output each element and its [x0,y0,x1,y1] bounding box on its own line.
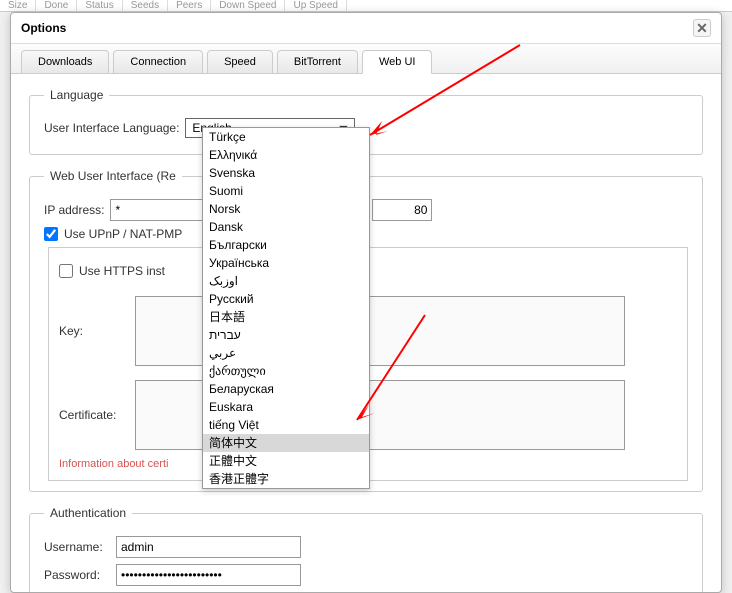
bg-col: Done [36,0,77,11]
language-option[interactable]: 香港正體字 [203,470,369,488]
port-input[interactable] [372,199,432,221]
close-icon[interactable]: ✕ [693,19,711,37]
upnp-label: Use UPnP / NAT-PMP [64,227,182,241]
language-option[interactable]: tiếng Việt [203,416,369,434]
bg-col: Seeds [123,0,168,11]
language-option[interactable]: Русский [203,290,369,308]
tab-bittorrent[interactable]: BitTorrent [277,50,358,73]
language-option[interactable]: Euskara [203,398,369,416]
language-dropdown-list[interactable]: TürkçeΕλληνικάSvenskaSuomiNorskDanskБълг… [202,127,370,489]
language-option[interactable]: Türkçe [203,128,369,146]
language-option[interactable]: Ελληνικά [203,146,369,164]
ui-language-label: User Interface Language: [44,121,179,135]
language-option[interactable]: Українська [203,254,369,272]
bg-col: Status [77,0,122,11]
language-option[interactable]: 한글 [203,488,369,489]
certificate-label: Certificate: [59,408,129,422]
tab-connection[interactable]: Connection [113,50,203,73]
language-option[interactable]: 正體中文 [203,452,369,470]
language-legend: Language [44,88,109,102]
key-label: Key: [59,324,129,338]
upnp-checkbox[interactable] [44,227,58,241]
tab-downloads[interactable]: Downloads [21,50,109,73]
language-option[interactable]: עברית [203,326,369,344]
bg-col: Up Speed [285,0,346,11]
bg-col: Size [0,0,36,11]
tab-web-ui[interactable]: Web UI [362,50,432,74]
ip-address-label: IP address: [44,203,104,217]
language-option[interactable]: Svenska [203,164,369,182]
modal-title-text: Options [21,21,66,35]
webui-legend: Web User Interface (Re [44,169,182,183]
password-input[interactable] [116,564,301,586]
bg-col: Peers [168,0,211,11]
modal-titlebar: Options ✕ [11,13,721,44]
language-option[interactable]: Suomi [203,182,369,200]
language-option[interactable]: Беларуская [203,380,369,398]
bg-col: Down Speed [211,0,285,11]
auth-legend: Authentication [44,506,132,520]
background-table-header: SizeDoneStatusSeedsPeersDown SpeedUp Spe… [0,0,732,12]
language-option[interactable]: ქართული [203,362,369,380]
password-label: Password: [44,568,110,582]
language-option[interactable]: Dansk [203,218,369,236]
language-option[interactable]: Norsk [203,200,369,218]
language-option[interactable]: 简体中文 [203,434,369,452]
tab-speed[interactable]: Speed [207,50,273,73]
https-label: Use HTTPS inst [79,264,165,278]
username-label: Username: [44,540,110,554]
https-checkbox[interactable] [59,264,73,278]
language-option[interactable]: اوزبک [203,272,369,290]
language-option[interactable]: عربي [203,344,369,362]
language-option[interactable]: Български [203,236,369,254]
language-option[interactable]: 日本語 [203,308,369,326]
tabs-bar: DownloadsConnectionSpeedBitTorrentWeb UI [11,44,721,74]
auth-fieldset: Authentication Username: Password: Bypas… [29,506,703,592]
username-input[interactable] [116,536,301,558]
